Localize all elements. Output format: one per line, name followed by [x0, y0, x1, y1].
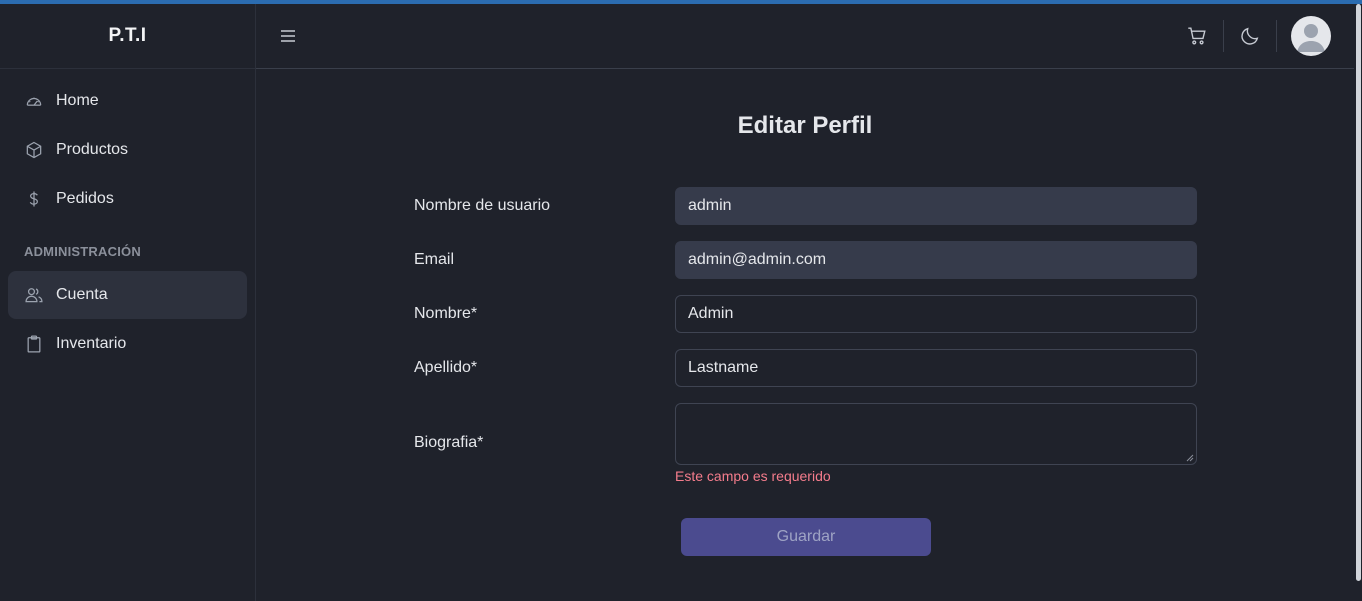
sidebar-item-home[interactable]: Home: [8, 77, 247, 125]
header-actions: [1185, 16, 1331, 56]
last-name-field[interactable]: Lastname: [675, 349, 1197, 387]
users-icon: [24, 285, 44, 305]
sidebar-item-label: Productos: [56, 141, 129, 158]
hamburger-icon[interactable]: [278, 25, 298, 47]
bio-row: Biografia*: [414, 403, 1197, 465]
header-divider: [1223, 20, 1224, 52]
sidebar-item-inventario[interactable]: Inventario: [8, 320, 247, 368]
sidebar: P.T.I Home Productos Pedidos ADMINISTRAC…: [0, 4, 256, 601]
last-name-row: Apellido* Lastname: [414, 349, 1197, 387]
save-button[interactable]: Guardar: [681, 518, 931, 556]
first-name-row: Nombre* Admin: [414, 295, 1197, 333]
last-name-label: Apellido*: [414, 359, 478, 376]
gauge-icon: [24, 91, 44, 111]
scrollbar-thumb[interactable]: [1356, 4, 1361, 581]
header-divider: [1276, 20, 1277, 52]
main-content: Editar Perfil Nombre de usuario admin Em…: [256, 70, 1354, 601]
email-label: Email: [414, 251, 455, 268]
sidebar-item-label: Home: [56, 92, 99, 109]
sidebar-item-cuenta[interactable]: Cuenta: [8, 271, 247, 319]
sidebar-nav: Home Productos Pedidos ADMINISTRACIÓN Cu…: [0, 69, 255, 368]
sidebar-item-pedidos[interactable]: Pedidos: [8, 175, 247, 223]
sidebar-item-label: Inventario: [56, 335, 127, 352]
bio-textarea[interactable]: [675, 403, 1197, 465]
email-row: Email admin@admin.com: [414, 241, 1197, 279]
username-row: Nombre de usuario admin: [414, 187, 1197, 225]
cube-icon: [24, 140, 44, 160]
moon-icon[interactable]: [1238, 24, 1262, 48]
bio-label: Biografia*: [414, 434, 484, 451]
sidebar-item-productos[interactable]: Productos: [8, 126, 247, 174]
user-avatar-icon[interactable]: [1291, 16, 1331, 56]
sidebar-item-label: Pedidos: [56, 190, 114, 207]
first-name-field[interactable]: Admin: [675, 295, 1197, 333]
email-field[interactable]: admin@admin.com: [675, 241, 1197, 279]
first-name-label: Nombre*: [414, 305, 478, 322]
page-title: Editar Perfil: [737, 112, 873, 139]
bio-error-message: Este campo es requerido: [675, 468, 831, 484]
sidebar-item-label: Cuenta: [56, 286, 108, 303]
resize-handle-icon[interactable]: [1186, 454, 1194, 462]
username-label: Nombre de usuario: [414, 197, 551, 214]
section-title-administracion: ADMINISTRACIÓN: [24, 244, 141, 259]
dollar-icon: [24, 189, 44, 209]
username-field[interactable]: admin: [675, 187, 1197, 225]
cart-icon[interactable]: [1185, 24, 1209, 48]
clipboard-icon: [24, 334, 44, 354]
brand-logo[interactable]: P.T.I: [0, 4, 255, 69]
top-header: [256, 4, 1354, 69]
